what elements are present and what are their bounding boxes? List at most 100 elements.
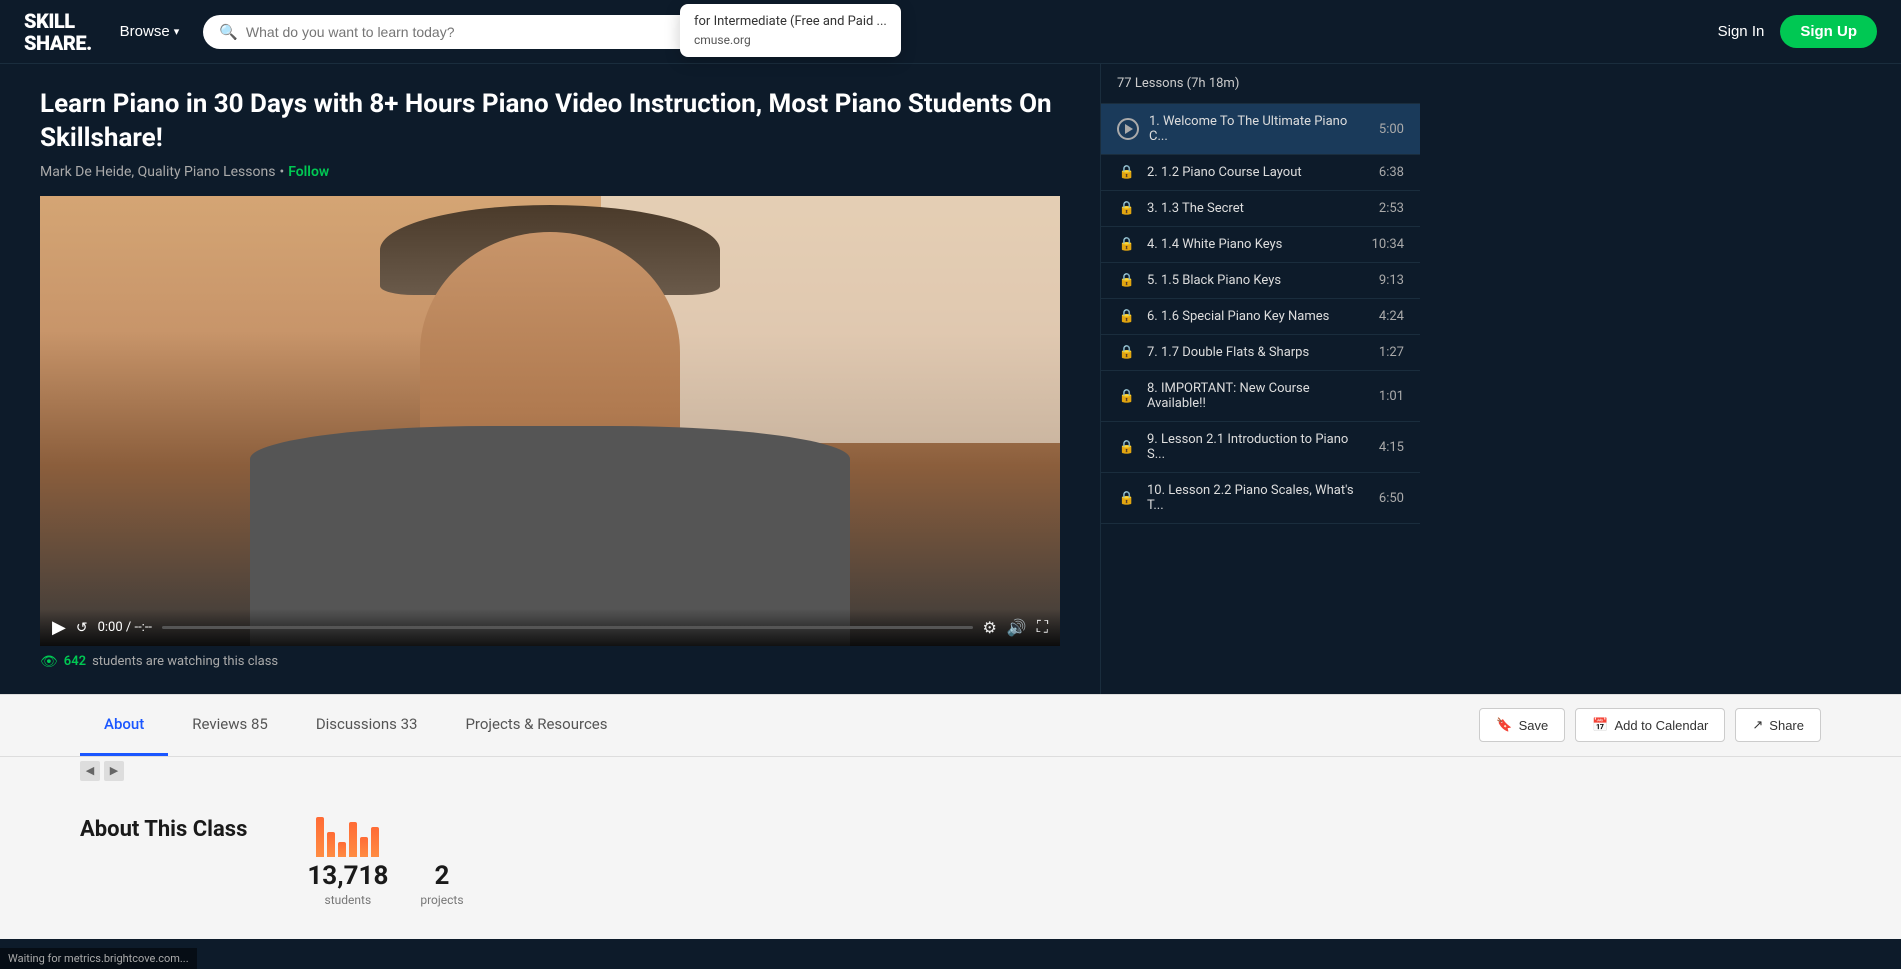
share-button[interactable]: ↗ Share [1735, 708, 1821, 742]
scroll-left-arrow[interactable]: ◀ [80, 761, 100, 781]
video-person [40, 196, 1060, 646]
settings-icon[interactable]: ⚙ [983, 618, 997, 637]
lesson-text: 6. 1.6 Special Piano Key Names [1147, 309, 1358, 324]
tooltip-popup: for Intermediate (Free and Paid ... cmus… [680, 4, 901, 57]
lock-icon: 🔒 [1119, 165, 1135, 180]
stat-bar-chart [316, 817, 379, 857]
tooltip-title: for Intermediate (Free and Paid ... [694, 14, 887, 29]
tabs-section: AboutReviews 85Discussions 33Projects & … [0, 694, 1901, 785]
lesson-duration: 4:15 [1368, 440, 1404, 455]
lesson-icon [1117, 118, 1139, 140]
lesson-item[interactable]: 🔒 9. Lesson 2.1 Introduction to Piano S.… [1101, 422, 1420, 473]
time-display: 0:00 / --:-- [98, 620, 152, 635]
progress-bar[interactable] [162, 626, 973, 629]
course-author: Mark De Heide, Quality Piano Lessons • F… [40, 164, 1060, 180]
follow-link[interactable]: Follow [288, 164, 329, 180]
sign-up-button[interactable]: Sign Up [1780, 15, 1877, 48]
replay-button[interactable]: ↺ [76, 619, 88, 636]
header: SKILL SHARE. Browse ▾ 🔍 for Intermediate… [0, 0, 1901, 64]
lesson-duration: 10:34 [1368, 237, 1404, 252]
lesson-item[interactable]: 🔒 5. 1.5 Black Piano Keys 9:13 [1101, 263, 1420, 299]
tab-item[interactable]: Projects & Resources [441, 695, 631, 756]
calendar-icon: 📅 [1592, 717, 1608, 733]
chart-bar [371, 827, 379, 857]
add-to-calendar-label: Add to Calendar [1614, 718, 1708, 733]
main-content: Learn Piano in 30 Days with 8+ Hours Pia… [0, 64, 1100, 694]
lesson-icon: 🔒 [1117, 440, 1137, 455]
about-section: About This Class 13,718 students 2 proje… [0, 785, 1901, 939]
search-bar[interactable]: 🔍 [203, 15, 703, 49]
eye-icon: 👁 [40, 654, 58, 670]
add-to-calendar-button[interactable]: 📅 Add to Calendar [1575, 708, 1725, 742]
lock-icon: 🔒 [1119, 345, 1135, 360]
volume-icon[interactable]: 🔊 [1007, 618, 1027, 637]
lesson-duration: 6:50 [1368, 491, 1404, 506]
chart-bar [349, 822, 357, 857]
author-separator: • [279, 164, 284, 180]
search-input[interactable] [246, 24, 687, 40]
tab-item[interactable]: Reviews 85 [168, 695, 292, 756]
save-label: Save [1519, 718, 1549, 733]
stat-projects: 2 projects [420, 817, 463, 907]
browse-button[interactable]: Browse ▾ [116, 15, 184, 48]
chevron-down-icon: ▾ [174, 25, 180, 38]
lesson-count: 77 Lessons (7h 18m) [1101, 64, 1420, 104]
stat-projects-label: projects [420, 893, 463, 907]
course-title: Learn Piano in 30 Days with 8+ Hours Pia… [40, 88, 1060, 156]
lesson-item[interactable]: 🔒 7. 1.7 Double Flats & Sharps 1:27 [1101, 335, 1420, 371]
lock-icon: 🔒 [1119, 491, 1135, 506]
tab-item[interactable]: Discussions 33 [292, 695, 442, 756]
lesson-item[interactable]: 🔒 6. 1.6 Special Piano Key Names 4:24 [1101, 299, 1420, 335]
lock-icon: 🔒 [1119, 389, 1135, 404]
lesson-icon: 🔒 [1117, 389, 1137, 404]
control-icons: ⚙ 🔊 ⛶ [983, 617, 1048, 637]
fullscreen-icon[interactable]: ⛶ [1037, 617, 1048, 637]
lesson-text: 5. 1.5 Black Piano Keys [1147, 273, 1358, 288]
lesson-item[interactable]: 🔒 2. 1.2 Piano Course Layout 6:38 [1101, 155, 1420, 191]
about-text: About This Class [80, 817, 247, 907]
lesson-text: 9. Lesson 2.1 Introduction to Piano S... [1147, 432, 1358, 462]
lesson-text: 8. IMPORTANT: New Course Available!! [1147, 381, 1358, 411]
watching-label: students are watching this class [92, 654, 278, 669]
lesson-text: 1. Welcome To The Ultimate Piano C... [1149, 114, 1358, 144]
lesson-duration: 5:00 [1368, 122, 1404, 137]
logo[interactable]: SKILL SHARE. [24, 10, 92, 54]
stat-students: 13,718 students [307, 817, 388, 907]
lesson-text: 7. 1.7 Double Flats & Sharps [1147, 345, 1358, 360]
save-button[interactable]: 🔖 Save [1479, 708, 1565, 742]
share-icon: ↗ [1752, 717, 1763, 733]
search-icon: 🔍 [219, 23, 238, 41]
lesson-item[interactable]: 🔒 10. Lesson 2.2 Piano Scales, What's T.… [1101, 473, 1420, 524]
stat-students-label: students [325, 893, 372, 907]
lesson-icon: 🔒 [1117, 165, 1137, 180]
lock-icon: 🔒 [1119, 237, 1135, 252]
lesson-icon: 🔒 [1117, 345, 1137, 360]
lesson-list: 1. Welcome To The Ultimate Piano C... 5:… [1101, 104, 1420, 524]
lesson-icon: 🔒 [1117, 237, 1137, 252]
video-player[interactable]: ▶ ↺ 0:00 / --:-- ⚙ 🔊 ⛶ [40, 196, 1060, 646]
lesson-text: 3. 1.3 The Secret [1147, 201, 1358, 216]
lesson-item[interactable]: 🔒 4. 1.4 White Piano Keys 10:34 [1101, 227, 1420, 263]
stat-projects-number: 2 [434, 861, 449, 891]
lesson-item[interactable]: 🔒 8. IMPORTANT: New Course Available!! 1… [1101, 371, 1420, 422]
lesson-sidebar: 77 Lessons (7h 18m) 1. Welcome To The Ul… [1100, 64, 1420, 694]
lesson-item[interactable]: 🔒 3. 1.3 The Secret 2:53 [1101, 191, 1420, 227]
lesson-text: 2. 1.2 Piano Course Layout [1147, 165, 1358, 180]
tab-item[interactable]: About [80, 695, 168, 756]
about-title: About This Class [80, 817, 247, 842]
video-thumbnail [40, 196, 1060, 646]
logo-text: SKILL SHARE. [24, 10, 92, 54]
share-label: Share [1769, 718, 1804, 733]
watching-bar: 👁 642 students are watching this class [40, 654, 1060, 670]
lesson-duration: 6:38 [1368, 165, 1404, 180]
scroll-right-arrow[interactable]: ▶ [104, 761, 124, 781]
stat-students-number: 13,718 [307, 861, 388, 891]
play-button[interactable]: ▶ [52, 617, 66, 638]
tabs-bar: AboutReviews 85Discussions 33Projects & … [0, 695, 1901, 757]
lesson-duration: 2:53 [1368, 201, 1404, 216]
lesson-duration: 1:27 [1368, 345, 1404, 360]
lesson-duration: 4:24 [1368, 309, 1404, 324]
footer-status: Waiting for metrics.brightcove.com... [0, 948, 197, 969]
lesson-item[interactable]: 1. Welcome To The Ultimate Piano C... 5:… [1101, 104, 1420, 155]
sign-in-button[interactable]: Sign In [1718, 23, 1765, 40]
